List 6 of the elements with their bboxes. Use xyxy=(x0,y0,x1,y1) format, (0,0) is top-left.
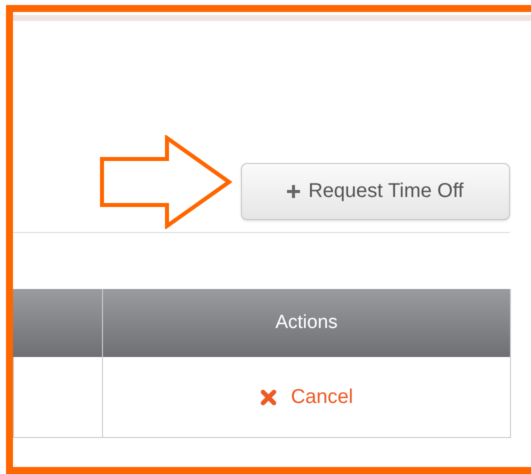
plus-icon xyxy=(287,185,300,198)
request-time-off-button[interactable]: Request Time Off xyxy=(241,163,510,220)
column-title: Actions xyxy=(275,312,338,334)
arrow-icon xyxy=(99,135,232,229)
close-icon xyxy=(260,388,277,406)
cancel-link[interactable]: Cancel xyxy=(260,386,354,408)
